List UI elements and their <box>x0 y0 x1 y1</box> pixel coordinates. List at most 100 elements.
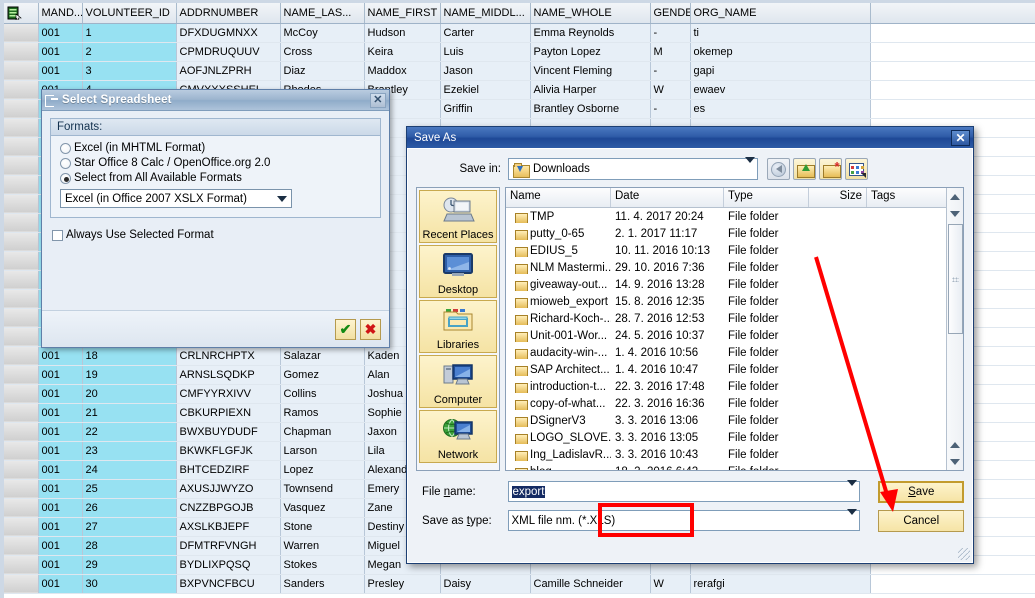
file-row[interactable]: Unit-001-Wor...24. 5. 2016 10:37File fol… <box>506 327 963 344</box>
file-row[interactable]: DSignerV33. 3. 2016 13:06File folder <box>506 412 963 429</box>
save-button[interactable]: Save <box>878 481 964 503</box>
scroll-down-button[interactable] <box>948 454 963 469</box>
row-selector[interactable] <box>4 327 38 346</box>
col-name-last[interactable]: NAME_LAS... <box>280 3 364 23</box>
scrollbar-thumb[interactable] <box>948 224 963 334</box>
row-selector[interactable] <box>4 137 38 156</box>
row-selector[interactable] <box>4 194 38 213</box>
file-row[interactable]: TMP11. 4. 2017 20:24File folder <box>506 208 963 225</box>
table-row[interactable]: 0012CPMDRUQUUVCrossKeiraLuisPayton Lopez… <box>4 42 1035 61</box>
table-cell: 1 <box>82 23 176 42</box>
file-row[interactable]: copy-of-what...22. 3. 2016 16:36File fol… <box>506 395 963 412</box>
col-org-name[interactable]: ORG_NAME <box>690 3 870 23</box>
col-gender[interactable]: GENDER <box>650 3 690 23</box>
chevron-down-icon[interactable] <box>275 191 289 206</box>
close-icon[interactable]: ✕ <box>951 130 970 146</box>
row-selector[interactable] <box>4 403 38 422</box>
save-in-select[interactable]: Downloads <box>508 158 758 180</box>
row-selector[interactable] <box>4 289 38 308</box>
col-volunteer-id[interactable]: VOLUNTEER_ID <box>82 3 176 23</box>
close-icon[interactable]: ✕ <box>370 93 386 108</box>
file-col-name[interactable]: Name <box>506 188 611 207</box>
row-selector[interactable] <box>4 156 38 175</box>
file-col-type[interactable]: Type <box>724 188 809 207</box>
row-selector[interactable] <box>4 441 38 460</box>
row-selector[interactable] <box>4 555 38 574</box>
file-row[interactable]: introduction-t...22. 3. 2016 17:48File f… <box>506 378 963 395</box>
row-selector[interactable] <box>4 365 38 384</box>
place-libraries[interactable]: Libraries <box>419 300 497 353</box>
radio-all-available-formats[interactable]: Select from All Available Formats <box>60 172 371 184</box>
row-selector[interactable] <box>4 308 38 327</box>
row-selector[interactable] <box>4 346 38 365</box>
row-selector[interactable] <box>4 99 38 118</box>
file-col-size[interactable]: Size <box>809 188 867 207</box>
row-selector[interactable] <box>4 574 38 593</box>
radio-excel-mhtml[interactable]: Excel (in MHTML Format) <box>60 142 371 154</box>
col-name-first[interactable]: NAME_FIRST <box>364 3 440 23</box>
table-row[interactable]: 0013AOFJNLZPRHDiazMaddoxJasonVincent Fle… <box>4 61 1035 80</box>
views-button[interactable] <box>845 158 868 180</box>
save-as-type-select[interactable]: XML file nm. (*.XLS) <box>508 510 861 531</box>
place-network[interactable]: Network <box>419 410 497 463</box>
always-use-format-checkbox[interactable]: Always Use Selected Format <box>52 229 379 241</box>
row-selector[interactable] <box>4 498 38 517</box>
row-selector[interactable] <box>4 42 38 61</box>
cancel-button[interactable]: ✖ <box>360 319 381 340</box>
place-desktop[interactable]: Desktop <box>419 245 497 298</box>
file-row[interactable]: giveaway-out...14. 9. 2016 13:28File fol… <box>506 276 963 293</box>
scroll-up-button-bottom[interactable] <box>948 437 963 452</box>
radio-staroffice-calc[interactable]: Star Office 8 Calc / OpenOffice.org 2.0 <box>60 157 371 169</box>
file-row[interactable]: Richard-Koch-...28. 7. 2016 12:53File fo… <box>506 310 963 327</box>
chevron-down-icon[interactable] <box>847 486 857 498</box>
row-selector[interactable] <box>4 23 38 42</box>
file-row[interactable]: LOGO_SLOVE...3. 3. 2016 13:05File folder <box>506 429 963 446</box>
up-one-level-button[interactable] <box>793 158 816 180</box>
new-folder-button[interactable] <box>819 158 842 180</box>
table-row[interactable]: 0011DFXDUGMNXXMcCoyHudsonCarterEmma Reyn… <box>4 23 1035 42</box>
col-addrnumber[interactable]: ADDRNUMBER <box>176 3 280 23</box>
file-row[interactable]: audacity-win-...1. 4. 2016 10:56File fol… <box>506 344 963 361</box>
confirm-button[interactable]: ✔ <box>335 319 356 340</box>
row-selector[interactable] <box>4 213 38 232</box>
row-selector[interactable] <box>4 479 38 498</box>
row-selector[interactable] <box>4 80 38 99</box>
table-row[interactable]: 00130BXPVNCFBCUSandersPresleyDaisyCamill… <box>4 574 1035 593</box>
file-row[interactable]: putty_0-652. 1. 2017 11:17File folder <box>506 225 963 242</box>
file-col-date[interactable]: Date <box>611 188 724 207</box>
row-selector[interactable] <box>4 422 38 441</box>
col-name-whole[interactable]: NAME_WHOLE <box>530 3 650 23</box>
row-selector[interactable] <box>4 270 38 289</box>
scroll-up-button[interactable] <box>948 189 963 204</box>
file-row[interactable]: Ing_LadislavR...3. 3. 2016 10:43File fol… <box>506 446 963 463</box>
row-selector[interactable] <box>4 61 38 80</box>
chevron-down-icon[interactable] <box>745 163 755 175</box>
resize-grip[interactable] <box>958 548 970 560</box>
file-row[interactable]: NLM Mastermi...29. 10. 2016 7:36File fol… <box>506 259 963 276</box>
row-selector[interactable] <box>4 460 38 479</box>
row-selector[interactable] <box>4 536 38 555</box>
row-selector[interactable] <box>4 118 38 137</box>
file-row[interactable]: blog18. 2. 2016 6:42File folder <box>506 463 963 470</box>
file-row[interactable]: mioweb_export15. 8. 2016 12:35File folde… <box>506 293 963 310</box>
file-list-scrollbar[interactable] <box>946 188 963 470</box>
file-list[interactable]: Name Date Type Size Tags TMP11. 4. 2017 … <box>505 187 964 471</box>
row-selector[interactable] <box>4 175 38 194</box>
select-all-cell[interactable] <box>4 3 38 23</box>
row-selector[interactable] <box>4 384 38 403</box>
place-recent-places[interactable]: Recent Places <box>419 190 497 243</box>
row-selector[interactable] <box>4 251 38 270</box>
chevron-down-icon[interactable] <box>847 515 857 527</box>
file-name-input[interactable]: export <box>508 481 861 502</box>
file-row[interactable]: EDIUS_510. 11. 2016 10:13File folder <box>506 242 963 259</box>
place-computer[interactable]: Computer <box>419 355 497 408</box>
cancel-button[interactable]: Cancel <box>878 510 964 532</box>
back-button[interactable] <box>767 158 790 180</box>
col-name-middle[interactable]: NAME_MIDDL... <box>440 3 530 23</box>
row-selector[interactable] <box>4 517 38 536</box>
col-mandt[interactable]: MAND... <box>38 3 82 23</box>
row-selector[interactable] <box>4 232 38 251</box>
format-select[interactable]: Excel (in Office 2007 XSLX Format) <box>60 189 292 208</box>
scroll-down-button-top[interactable] <box>948 206 963 221</box>
file-row[interactable]: SAP Architect...1. 4. 2016 10:47File fol… <box>506 361 963 378</box>
